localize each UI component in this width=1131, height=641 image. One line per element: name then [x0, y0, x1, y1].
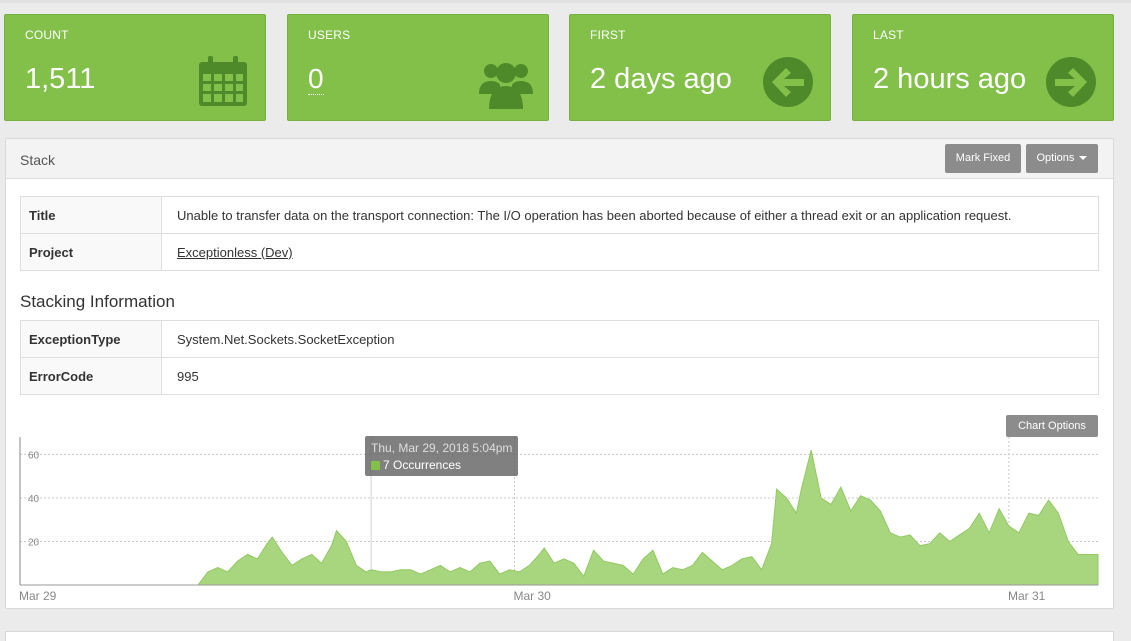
tooltip-date: Thu, Mar 29, 2018 5:04pm	[371, 441, 513, 455]
y-tick-label: 40	[28, 494, 40, 505]
y-tick-label: 20	[28, 537, 40, 548]
stacking-key: ExceptionType	[20, 320, 162, 358]
first-label: FIRST	[590, 28, 626, 42]
detail-value: Unable to transfer data on the transport…	[161, 196, 1099, 234]
top-border	[0, 0, 1131, 3]
first-value: 2 days ago	[590, 63, 732, 95]
detail-key: Title	[20, 196, 162, 234]
table-row: ErrorCode 995	[20, 357, 1099, 395]
first-card: FIRST 2 days ago	[569, 14, 831, 121]
options-button[interactable]: Options	[1026, 144, 1098, 173]
stacking-key: ErrorCode	[20, 357, 162, 395]
users-card: USERS 0	[287, 14, 549, 121]
last-card: LAST 2 hours ago	[852, 14, 1114, 121]
arrow-circle-left-icon	[763, 57, 813, 107]
users-value-text[interactable]: 0	[308, 63, 324, 95]
next-panel	[5, 631, 1114, 641]
options-label: Options	[1036, 152, 1075, 164]
panel-header: Stack Mark Fixed Options	[6, 139, 1113, 179]
x-tick-label: Mar 30	[513, 589, 551, 603]
details-table: Title Unable to transfer data on the tra…	[20, 196, 1099, 271]
y-tick-label: 60	[28, 450, 40, 461]
stack-panel: Stack Mark Fixed Options Title Unable to…	[5, 138, 1114, 609]
series-swatch	[371, 461, 380, 470]
users-value[interactable]: 0	[308, 63, 324, 95]
stacking-value: 995	[161, 357, 1099, 395]
count-value: 1,511	[25, 63, 96, 95]
users-icon	[479, 63, 533, 109]
tooltip-text: 7 Occurrences	[383, 458, 462, 472]
x-tick-label: Mar 31	[1008, 589, 1046, 603]
users-label: USERS	[308, 28, 351, 42]
arrow-circle-right-icon	[1046, 57, 1096, 107]
last-value: 2 hours ago	[873, 63, 1027, 95]
mark-fixed-button[interactable]: Mark Fixed	[945, 144, 1021, 173]
last-label: LAST	[873, 28, 904, 42]
table-row: ExceptionType System.Net.Sockets.SocketE…	[20, 320, 1099, 358]
caret-down-icon	[1079, 156, 1088, 161]
stacking-heading: Stacking Information	[20, 292, 175, 311]
series-area	[20, 449, 1099, 586]
occurrences-chart[interactable]: 20 40 60 Mar 29 Mar 30 Mar 31	[6, 429, 1113, 609]
detail-key: Project	[20, 233, 162, 271]
stacking-value: System.Net.Sockets.SocketException	[161, 320, 1099, 358]
chart-tooltip: Thu, Mar 29, 2018 5:04pm 7 Occurrences	[365, 436, 518, 476]
detail-value: Exceptionless (Dev)	[161, 233, 1099, 271]
panel-title: Stack	[20, 152, 56, 168]
table-row: Project Exceptionless (Dev)	[20, 233, 1099, 271]
project-link[interactable]: Exceptionless (Dev)	[177, 245, 293, 260]
count-label: COUNT	[25, 28, 69, 42]
stacking-table: ExceptionType System.Net.Sockets.SocketE…	[20, 320, 1099, 395]
tooltip-value: 7 Occurrences	[371, 458, 461, 472]
table-row: Title Unable to transfer data on the tra…	[20, 196, 1099, 234]
calendar-icon	[199, 56, 247, 106]
x-tick-label: Mar 29	[19, 589, 57, 603]
count-card: COUNT 1,511	[4, 14, 266, 121]
